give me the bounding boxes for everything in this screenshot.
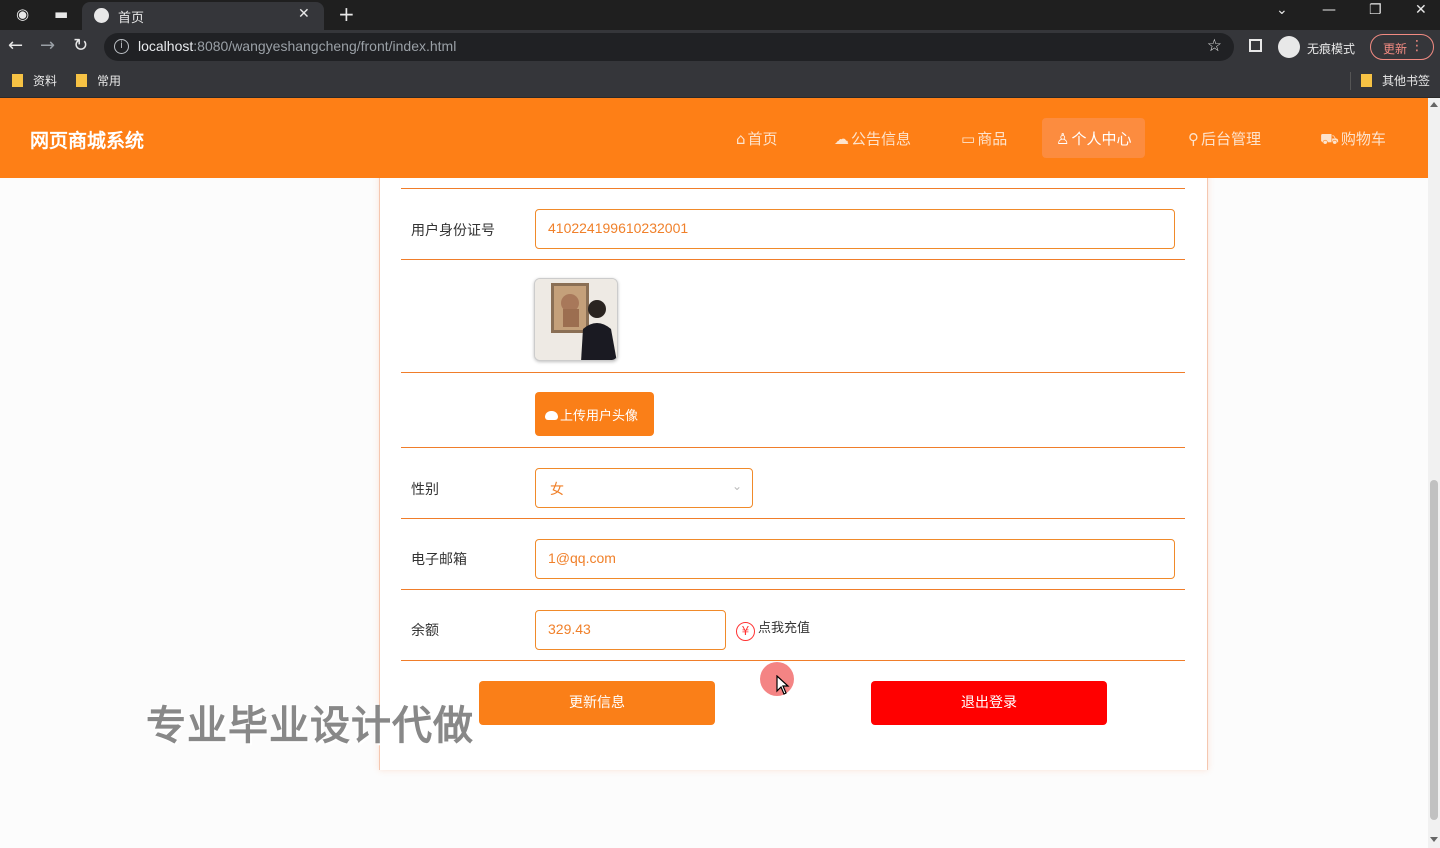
balance-label: 余额: [411, 623, 439, 639]
minimize-icon[interactable]: —: [1322, 2, 1336, 18]
bookmarks-bar: 资料 常用 其他书签: [0, 64, 1440, 98]
browser-tab[interactable]: 首页 ✕: [82, 2, 324, 30]
nav-home[interactable]: ⌂ 首页: [722, 118, 792, 158]
cloud-icon: ☁: [834, 130, 849, 148]
row-divider: [401, 372, 1185, 373]
row-divider: [401, 188, 1185, 189]
page-scrollbar[interactable]: [1428, 98, 1440, 848]
upload-avatar-button[interactable]: 上传用户头像: [535, 392, 654, 436]
restore-icon[interactable]: ❐: [1369, 2, 1382, 18]
incognito-icon[interactable]: [1278, 36, 1300, 58]
globe-icon[interactable]: ◉: [16, 7, 29, 22]
bookmark-star-icon[interactable]: ☆: [1207, 36, 1222, 56]
side-panel-icon[interactable]: [1249, 39, 1262, 52]
row-divider: [401, 447, 1185, 448]
row-divider: [401, 259, 1185, 260]
scroll-thumb[interactable]: [1430, 480, 1438, 820]
browser-tab-strip: ◉ ▬ 首页 ✕ + ⌄ — ❐ ✕: [0, 0, 1440, 30]
close-window-icon[interactable]: ✕: [1415, 2, 1427, 18]
id-number-input[interactable]: 410224199610232001: [535, 209, 1175, 249]
folder-icon: [76, 74, 87, 87]
nav-announcements[interactable]: ☁ 公告信息: [820, 118, 925, 158]
site-info-icon[interactable]: i: [114, 39, 129, 54]
chevron-down-icon: ⌄: [731, 479, 742, 493]
menu-icon[interactable]: ⋮: [1410, 38, 1424, 54]
id-number-label: 用户身份证号: [411, 223, 495, 239]
forward-icon[interactable]: →: [40, 35, 55, 56]
user-icon: ♙: [1056, 130, 1070, 148]
avatar-image: [534, 278, 618, 361]
tab-favicon-icon: [94, 8, 109, 23]
scroll-down-icon[interactable]: [1430, 837, 1438, 842]
link-icon: ⚲: [1188, 130, 1199, 148]
bookmark-separator: [1350, 72, 1351, 90]
watermark-text: 专业毕业设计代做: [146, 703, 474, 749]
home-icon: ⌂: [736, 130, 746, 148]
folder-icon: [12, 74, 23, 87]
close-tab-icon[interactable]: ✕: [298, 6, 310, 22]
yen-icon: ¥: [736, 622, 755, 641]
cart-icon: ⛟: [1320, 130, 1339, 148]
bookmark-folder[interactable]: 资料: [12, 72, 57, 89]
update-button[interactable]: 更新 ⋮: [1370, 34, 1434, 60]
nav-cart[interactable]: ⛟ 购物车: [1306, 118, 1400, 158]
folder-icon: [1361, 74, 1372, 87]
nav-personal-center[interactable]: ♙ 个人中心: [1042, 118, 1146, 158]
logout-button[interactable]: 退出登录: [871, 681, 1107, 725]
email-input[interactable]: 1@qq.com: [535, 539, 1175, 579]
bookmark-folder[interactable]: 常用: [76, 72, 121, 89]
address-bar[interactable]: i localhost:8080/wangyeshangcheng/front/…: [104, 33, 1234, 61]
other-bookmarks[interactable]: 其他书签: [1361, 72, 1430, 89]
row-divider: [401, 660, 1185, 661]
nav-products[interactable]: ▭ 商品: [947, 118, 1021, 158]
reload-icon[interactable]: ↻: [73, 35, 88, 56]
cloud-upload-icon: [545, 411, 558, 420]
balance-input[interactable]: 329.43: [535, 610, 726, 650]
url-text[interactable]: localhost:8080/wangyeshangcheng/front/in…: [138, 38, 456, 54]
gender-label: 性别: [411, 482, 439, 498]
window-icon[interactable]: ▬: [54, 7, 68, 22]
scroll-up-icon[interactable]: [1430, 102, 1438, 107]
site-header: 网页商城系统 ⌂ 首页 ☁ 公告信息 ▭ 商品 ♙ 个人中心 ⚲ 后台管理 ⛟ 购物车: [0, 98, 1428, 178]
book-icon: ▭: [961, 130, 976, 148]
email-label: 电子邮箱: [411, 552, 467, 568]
nav-admin[interactable]: ⚲ 后台管理: [1174, 118, 1275, 158]
browser-toolbar: ← → ↻ i localhost:8080/wangyeshangcheng/…: [0, 30, 1440, 64]
recharge-link[interactable]: ¥ 点我充值: [736, 617, 810, 641]
incognito-label: 无痕模式: [1307, 42, 1356, 56]
tab-search-icon[interactable]: ⌄: [1276, 2, 1288, 18]
row-divider: [401, 589, 1185, 590]
mouse-cursor-icon: [776, 675, 790, 695]
new-tab-icon[interactable]: +: [338, 2, 355, 26]
gender-select[interactable]: 女 ⌄: [535, 468, 753, 508]
site-title: 网页商城系统: [30, 130, 145, 152]
update-info-button[interactable]: 更新信息: [479, 681, 715, 725]
row-divider: [401, 518, 1185, 519]
tab-title: 首页: [118, 11, 145, 26]
back-icon[interactable]: ←: [8, 35, 23, 56]
page-viewport: 网页商城系统 ⌂ 首页 ☁ 公告信息 ▭ 商品 ♙ 个人中心 ⚲ 后台管理 ⛟ 购物车 用户…: [0, 98, 1428, 848]
